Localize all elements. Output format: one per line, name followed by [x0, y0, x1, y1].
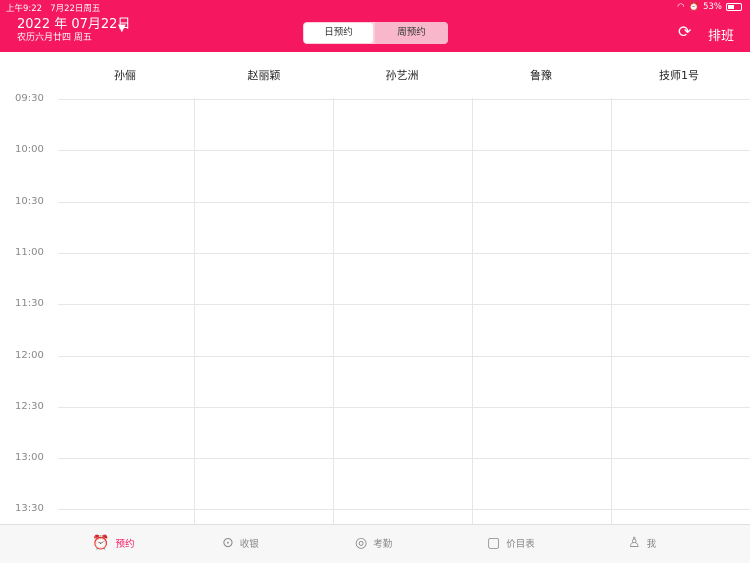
tab-checkout[interactable]: ⊙ 收银 [222, 536, 259, 550]
tab-label: 收银 [239, 539, 259, 550]
schedule-button[interactable]: 排班 [708, 25, 734, 44]
current-date[interactable]: 2022 年 07月22日 [17, 18, 130, 32]
column-divider [194, 98, 195, 524]
tab-day-appointments[interactable]: 日预约 [304, 23, 373, 43]
staff-name: 孙艺洲 [385, 69, 419, 82]
view-segmented-control: 周预约 日预约 [303, 22, 448, 44]
battery-percent: 53% [703, 2, 722, 12]
time-slot-label: 13:00 [15, 452, 44, 464]
alarm-clock-icon: ⏰ [92, 535, 110, 551]
location-pin-icon: ◎ [355, 535, 368, 551]
tab-label: 价目表 [506, 539, 535, 550]
tab-attendance[interactable]: ◎ 考勤 [355, 536, 392, 550]
staff-name: 赵丽颖 [247, 69, 281, 82]
column-divider [611, 98, 612, 524]
status-bar-left: 上午9:22 7月22日周五 [6, 2, 100, 14]
tab-label: 预约 [115, 539, 135, 550]
time-gridline [58, 509, 750, 511]
status-date: 7月22日周五 [50, 4, 101, 14]
clipboard-icon: ▢ [487, 535, 501, 551]
column-divider [472, 98, 473, 524]
status-bar-right: ◠ ⏰ 53% [677, 2, 742, 12]
time-slot-label: 10:30 [15, 195, 44, 207]
staff-name: 技师1号 [659, 69, 699, 82]
refresh-icon[interactable]: ⟳ [678, 24, 691, 40]
tab-me[interactable]: ♙ 我 [628, 536, 656, 550]
time-gridline [58, 304, 750, 306]
battery-icon [726, 3, 742, 11]
time-gridline [58, 406, 750, 408]
time-gridline [58, 150, 750, 152]
time-slot-label: 10:00 [15, 144, 44, 156]
tab-label: 考勤 [373, 539, 393, 550]
wifi-icon: ◠ [677, 2, 685, 12]
tab-appointments[interactable]: ⏰ 预约 [92, 536, 134, 550]
time-gridline [58, 458, 750, 460]
caret-down-icon[interactable]: ▼ [118, 23, 126, 34]
time-slot-label: 11:00 [15, 246, 44, 258]
staff-name: 鲁豫 [530, 69, 552, 82]
tab-label: 我 [646, 539, 657, 550]
time-slot-label: 09:30 [15, 93, 44, 104]
column-divider [333, 98, 334, 524]
person-icon: ♙ [628, 535, 641, 551]
time-gridline [58, 355, 750, 357]
bottom-tab-bar: ⏰ 预约 ⊙ 收银 ◎ 考勤 ▢ 价目表 ♙ 我 [0, 524, 750, 563]
time-slot-label: 12:30 [15, 400, 44, 412]
time-slot-label: 12:00 [15, 349, 44, 361]
app-header: 上午9:22 7月22日周五 ◠ ⏰ 53% 2022 年 07月22日 农历六… [0, 0, 750, 52]
time-slot-label: 13:30 [15, 503, 44, 515]
staff-name: 孙俪 [114, 69, 136, 82]
alarm-status-icon: ⏰ [688, 2, 700, 12]
time-gridline [58, 252, 750, 254]
time-slot-label: 11:30 [15, 298, 44, 310]
tab-week-appointments[interactable]: 周预约 [375, 22, 448, 44]
time-gridline [58, 99, 750, 100]
time-gridline [58, 201, 750, 203]
status-time: 上午9:22 [6, 4, 43, 14]
lunar-date: 农历六月廿四 周五 [17, 33, 92, 43]
tab-price-list[interactable]: ▢ 价目表 [487, 536, 535, 550]
yen-icon: ⊙ [222, 535, 234, 551]
